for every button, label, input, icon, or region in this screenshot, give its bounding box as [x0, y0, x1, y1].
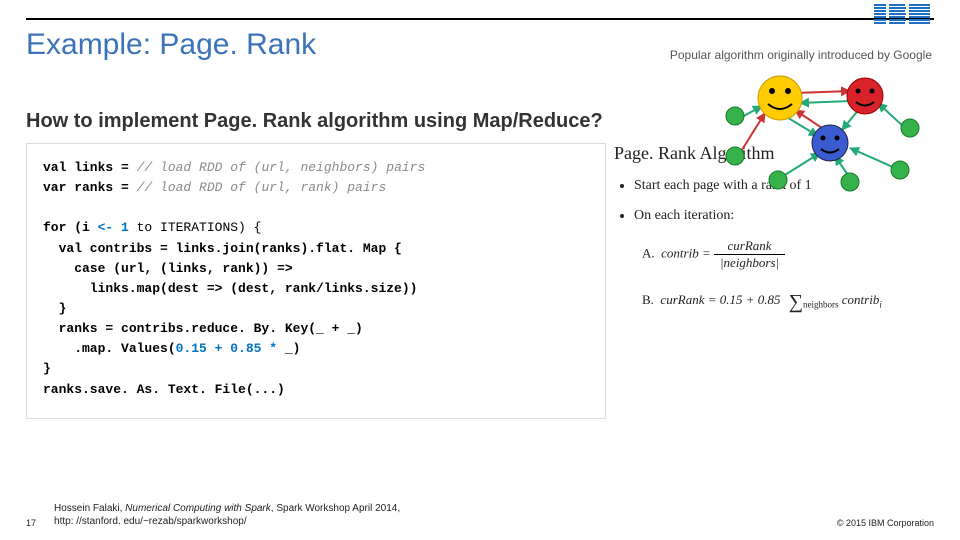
step-label: A. — [642, 245, 655, 260]
footer: 17 Hossein Falaki, Numerical Computing w… — [26, 502, 934, 528]
code-line: _) — [285, 341, 301, 356]
algorithm-step-a: A. contrib = curRank |neighbors| — [642, 238, 914, 271]
code-line: case (url, (links, rank)) => — [43, 261, 293, 276]
code-line: for (i — [43, 220, 98, 235]
citation-url: http: //stanford. edu/~rezab/sparkworksh… — [54, 516, 247, 527]
fraction: curRank |neighbors| — [714, 238, 785, 271]
footer-left: 17 Hossein Falaki, Numerical Computing w… — [26, 502, 400, 528]
code-line: to ITERATIONS) { — [129, 220, 262, 235]
code-comment: // load RDD of (url, neighbors) pairs — [137, 160, 426, 175]
sigma-icon: ∑ — [784, 291, 803, 313]
step-rhs: contrib — [842, 292, 880, 307]
code-line: .map. Values( — [43, 341, 176, 356]
code-line: links.map(dest => (dest, rank/links.size… — [43, 281, 417, 296]
step-lhs: contrib = — [661, 245, 711, 260]
code-line: } — [43, 301, 66, 316]
algorithm-bullet: On each iteration: — [634, 208, 914, 224]
code-literal: <- 1 — [98, 220, 129, 235]
step-lhs: curRank = 0.15 + 0.85 — [660, 292, 780, 307]
code-line: val contribs = links.join(ranks).flat. M… — [43, 241, 402, 256]
citation-author: Hossein Falaki, — [54, 503, 125, 514]
code-line: ranks = contribs.reduce. By. Key(_ + _) — [43, 321, 363, 336]
subscript-i: i — [879, 300, 882, 310]
code-line: var ranks = — [43, 180, 137, 195]
algorithm-step-b: B. curRank = 0.15 + 0.85 ∑neighbors cont… — [642, 287, 914, 310]
citation-rest: , Spark Workshop April 2014, — [271, 503, 400, 514]
code-block: val links = // load RDD of (url, neighbo… — [26, 143, 606, 419]
ibm-logo-svg — [874, 4, 930, 24]
citation: Hossein Falaki, Numerical Computing with… — [54, 502, 400, 528]
code-literal: 0.15 + 0.85 * — [176, 341, 285, 356]
pagerank-graphic — [700, 58, 930, 198]
ibm-logo — [874, 6, 930, 24]
copyright: © 2015 IBM Corporation — [837, 518, 934, 528]
fraction-num: curRank — [714, 238, 785, 255]
code-comment: // load RDD of (url, rank) pairs — [137, 180, 387, 195]
top-divider — [26, 18, 934, 20]
slide-root: Example: Page. Rank Popular algorithm or… — [0, 0, 960, 540]
code-line: } — [43, 361, 51, 376]
slide-title: Example: Page. Rank — [26, 28, 316, 62]
page-number: 17 — [26, 518, 36, 528]
citation-work: Numerical Computing with Spark — [125, 503, 271, 514]
code-line: ranks.save. As. Text. File(...) — [43, 382, 285, 397]
code-line: val links = — [43, 160, 137, 175]
sigma-sub: neighbors — [803, 300, 839, 310]
fraction-den: |neighbors| — [714, 255, 785, 271]
step-label: B. — [642, 292, 654, 307]
